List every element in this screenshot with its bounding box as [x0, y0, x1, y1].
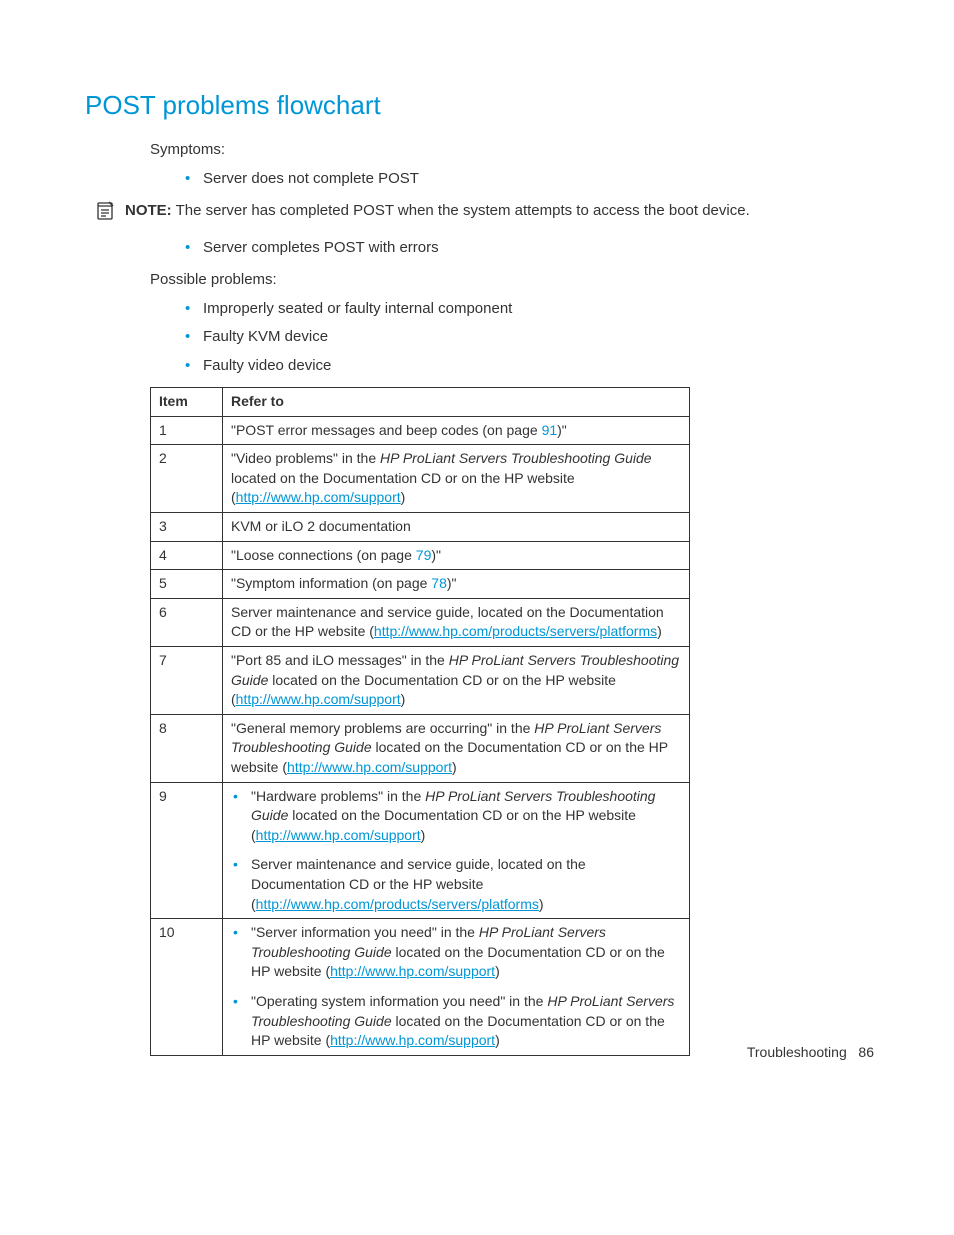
body-section-2: Server completes POST with errors Possib…	[150, 237, 874, 378]
table-row: 7 "Port 85 and iLO messages" in the HP P…	[151, 647, 690, 715]
table-row: 4 "Loose connections (on page 79)"	[151, 541, 690, 570]
support-link[interactable]: http://www.hp.com/support	[236, 691, 401, 707]
page-ref[interactable]: 78	[431, 575, 447, 591]
table-row: 3 KVM or iLO 2 documentation	[151, 513, 690, 542]
symptoms-list-2: Server completes POST with errors	[150, 237, 874, 260]
refer-cell: "Loose connections (on page 79)"	[223, 541, 690, 570]
possible-problems-label: Possible problems:	[150, 269, 874, 292]
support-link[interactable]: http://www.hp.com/support	[236, 489, 401, 505]
footer-section: Troubleshooting	[747, 1044, 847, 1060]
note-block: NOTE: The server has completed POST when…	[95, 200, 874, 227]
refer-cell: "Symptom information (on page 78)"	[223, 570, 690, 599]
item-cell: 7	[151, 647, 223, 715]
item-cell: 1	[151, 416, 223, 445]
refer-cell: "Server information you need" in the HP …	[223, 919, 690, 1056]
support-link[interactable]: http://www.hp.com/support	[330, 963, 495, 979]
table-header-row: Item Refer to	[151, 388, 690, 417]
list-item: "Operating system information you need" …	[231, 992, 681, 1051]
list-item: Faulty video device	[185, 355, 874, 378]
item-cell: 6	[151, 598, 223, 646]
footer-page-number: 86	[858, 1044, 874, 1060]
symptoms-label: Symptoms:	[150, 139, 874, 162]
table-row: 2 "Video problems" in the HP ProLiant Se…	[151, 445, 690, 513]
col-header-item: Item	[151, 388, 223, 417]
refer-cell: Server maintenance and service guide, lo…	[223, 598, 690, 646]
table-row: 1 "POST error messages and beep codes (o…	[151, 416, 690, 445]
table-row: 8 "General memory problems are occurring…	[151, 714, 690, 782]
item-cell: 4	[151, 541, 223, 570]
support-link[interactable]: http://www.hp.com/support	[287, 759, 452, 775]
refer-cell: "General memory problems are occurring" …	[223, 714, 690, 782]
list-item: "Hardware problems" in the HP ProLiant S…	[231, 787, 681, 846]
item-cell: 2	[151, 445, 223, 513]
guide-title: HP ProLiant Servers Troubleshooting Guid…	[380, 450, 652, 466]
refer-cell: "POST error messages and beep codes (on …	[223, 416, 690, 445]
list-item: "Server information you need" in the HP …	[231, 923, 681, 982]
table-row: 9 "Hardware problems" in the HP ProLiant…	[151, 782, 690, 919]
platforms-link[interactable]: http://www.hp.com/products/servers/platf…	[256, 896, 539, 912]
item-cell: 5	[151, 570, 223, 599]
col-header-refer: Refer to	[223, 388, 690, 417]
item-cell: 9	[151, 782, 223, 919]
page-footer: Troubleshooting 86	[747, 1044, 874, 1060]
item-cell: 3	[151, 513, 223, 542]
refer-cell: "Hardware problems" in the HP ProLiant S…	[223, 782, 690, 919]
list-item: Server completes POST with errors	[185, 237, 874, 260]
note-label: NOTE:	[125, 202, 172, 219]
page-ref[interactable]: 79	[416, 547, 432, 563]
refer-cell: KVM or iLO 2 documentation	[223, 513, 690, 542]
note-icon	[95, 200, 117, 227]
platforms-link[interactable]: http://www.hp.com/products/servers/platf…	[374, 623, 657, 639]
note-text: The server has completed POST when the s…	[176, 202, 750, 219]
list-item: Server maintenance and service guide, lo…	[231, 855, 681, 914]
table-row: 6 Server maintenance and service guide, …	[151, 598, 690, 646]
body-section: Symptoms: Server does not complete POST	[150, 139, 874, 190]
support-link[interactable]: http://www.hp.com/support	[330, 1032, 495, 1048]
possible-problems-list: Improperly seated or faulty internal com…	[150, 298, 874, 378]
page: POST problems flowchart Symptoms: Server…	[0, 0, 954, 1100]
page-heading: POST problems flowchart	[85, 90, 874, 121]
table-row: 10 "Server information you need" in the …	[151, 919, 690, 1056]
symptoms-list: Server does not complete POST	[150, 168, 874, 191]
list-item: Faulty KVM device	[185, 326, 874, 349]
list-item: Improperly seated or faulty internal com…	[185, 298, 874, 321]
item-cell: 10	[151, 919, 223, 1056]
list-item: Server does not complete POST	[185, 168, 874, 191]
page-ref[interactable]: 91	[542, 422, 558, 438]
refer-cell: "Port 85 and iLO messages" in the HP Pro…	[223, 647, 690, 715]
refer-cell: "Video problems" in the HP ProLiant Serv…	[223, 445, 690, 513]
support-link[interactable]: http://www.hp.com/support	[256, 827, 421, 843]
reference-table: Item Refer to 1 "POST error messages and…	[150, 387, 690, 1056]
item-cell: 8	[151, 714, 223, 782]
table-row: 5 "Symptom information (on page 78)"	[151, 570, 690, 599]
